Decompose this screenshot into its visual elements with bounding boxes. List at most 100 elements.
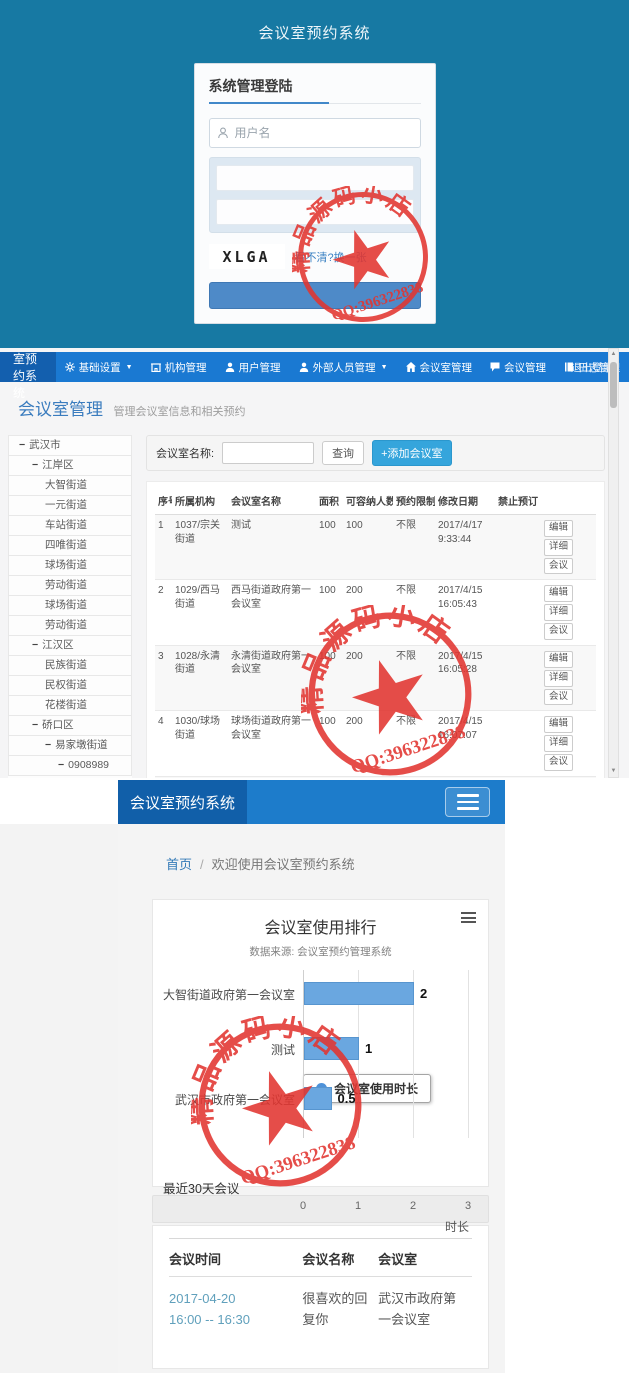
cell-org: 1029/西马街道 (172, 579, 228, 646)
username-field[interactable] (208, 118, 421, 148)
tree-item-label: 0908989 (68, 759, 110, 771)
action-button-编辑[interactable]: 编辑 (544, 650, 574, 668)
cell-name: 测试 (228, 513, 316, 580)
breadcrumb-home-link[interactable]: 首页 (166, 857, 192, 872)
tree-item-一元街道[interactable]: 一元街道 (8, 496, 132, 516)
time-value: 16:05:43 (438, 598, 477, 610)
meetings-table: 会议时间 会议名称 会议室 2017-04-20 16:00 -- 16:30 很喜… (169, 1238, 472, 1335)
tree-item-label: 硚口区 (42, 719, 74, 731)
action-button-编辑[interactable]: 编辑 (544, 585, 574, 603)
cell-capacity: 200 (343, 579, 393, 646)
nav-item-机构管理[interactable]: 机构管理 (142, 352, 216, 382)
username-input[interactable] (234, 126, 412, 140)
cell-date: 2017/4/15 16:05:28 (435, 644, 495, 711)
cell-limit: 不限 (393, 579, 435, 646)
tree-item-球场街道[interactable]: 球场街道 (8, 596, 132, 616)
chart-menu-icon[interactable] (461, 912, 476, 923)
nav-item-外部人员管理[interactable]: 外部人员管理 ▼ (290, 352, 397, 382)
tree-item-花楼街道[interactable]: 花楼街道 (8, 696, 132, 716)
tree-item-大智街道[interactable]: 大智街道 (8, 476, 132, 496)
cell-forbid (495, 644, 541, 711)
action-button-会议[interactable]: 会议 (544, 623, 574, 640)
login-button[interactable] (208, 282, 421, 309)
action-button-详细[interactable]: 详细 (544, 735, 574, 752)
meeting-date: 2017-04-20 (169, 1291, 236, 1306)
x-tick-label: 1 (354, 1200, 362, 1212)
captcha-refresh-link[interactable]: 看不清?换一张 (295, 249, 367, 265)
table-row: 1 1037/宗关街道 测试 100 100 不限 2017/4/17 9:33:44 编辑详细… (155, 513, 596, 580)
tree-item-江岸区[interactable]: − 江岸区 (8, 456, 132, 476)
action-button-会议[interactable]: 会议 (544, 688, 574, 706)
cell-limit: 不限 (393, 644, 435, 711)
action-button-会议[interactable]: 会议 (544, 557, 574, 575)
page-margin (0, 824, 118, 1373)
logout-link[interactable]: 退出登录 (571, 352, 613, 382)
date-value: 2017/4/15 (438, 650, 483, 662)
cell-actions: 编辑详细会议 (541, 579, 596, 646)
captcha-image[interactable]: XLGA (208, 244, 285, 269)
bar (304, 1037, 359, 1060)
cell-no: 3 (155, 644, 172, 711)
action-button-会议[interactable]: 会议 (544, 753, 574, 771)
cell-forbid (495, 710, 541, 777)
cell-date: 2017/4/15 16:07:07 (435, 710, 495, 777)
divider (208, 102, 421, 104)
action-button-编辑[interactable]: 编辑 (544, 520, 574, 537)
cell-org: 1037/宗关街道 (172, 513, 228, 580)
column-header: 会议室名称 (228, 487, 316, 515)
tree-item-劳动街道[interactable]: 劳动街道 (8, 616, 132, 636)
scrollbar[interactable]: ▲ ▼ (608, 348, 619, 778)
cell-actions: 编辑详细会议 (541, 644, 596, 711)
category-label: 武汉市政府第一会议室 (174, 1093, 295, 1107)
tree-item-易家墩街道[interactable]: − 易家墩街道 (8, 736, 132, 756)
action-button-详细[interactable]: 详细 (544, 604, 574, 622)
tree-item-label: 球场街道 (45, 559, 87, 571)
tree-item-label: 花楼街道 (45, 699, 87, 711)
hamburger-menu-button[interactable] (445, 787, 490, 817)
page-title: 会议室管理 (18, 400, 103, 419)
query-button[interactable]: 查询 (322, 441, 365, 465)
nav-item-label: 外部人员管理 (312, 361, 376, 374)
tree-item-四唯街道[interactable]: 四唯街道 (8, 536, 132, 556)
action-button-编辑[interactable]: 编辑 (544, 716, 574, 734)
breadcrumb-current: 欢迎使用会议室预约系统 (211, 857, 355, 872)
admin-nav-items: 基础设置 ▼ 机构管理 用户管理 外部人员管理 ▼ 会议室管理 会议管理 日志管理 (56, 352, 629, 382)
scrollbar-thumb[interactable] (610, 362, 617, 408)
captcha-input[interactable] (215, 199, 414, 225)
category-label: 大智街道政府第一会议室 (162, 988, 295, 1002)
action-button-详细[interactable]: 详细 (544, 538, 574, 556)
tree-item-0908989[interactable]: −0908989 (8, 756, 132, 776)
tree-item-江汉区[interactable]: − 江汉区 (8, 636, 132, 656)
tree-item-label: 一元街道 (45, 499, 87, 511)
tree-item-label: 民族街道 (45, 659, 87, 671)
tree-item-球场街道[interactable]: 球场街道 (8, 556, 132, 576)
column-header: 所属机构 (172, 487, 228, 515)
nav-item-会议管理[interactable]: 会议管理 (481, 352, 555, 382)
scroll-up-arrow[interactable]: ▲ (609, 349, 618, 360)
admin-brand[interactable]: 会议室预约系统 (0, 348, 56, 400)
tree-item-民权街道[interactable]: 民权街道 (8, 676, 132, 696)
add-room-button[interactable]: +添加会议室 (372, 440, 452, 466)
password-input[interactable] (215, 165, 414, 191)
nav-item-用户管理[interactable]: 用户管理 (216, 352, 290, 382)
cell-no: 2 (155, 579, 172, 646)
scroll-down-arrow[interactable]: ▼ (609, 766, 618, 777)
room-name-input[interactable] (222, 442, 315, 464)
tree-item-硚口区[interactable]: − 硚口区 (8, 716, 132, 736)
tree-item-武汉市[interactable]: − 武汉市 (8, 436, 132, 456)
tree-item-劳动街道[interactable]: 劳动街道 (8, 576, 132, 596)
nav-item-基础设置[interactable]: 基础设置 ▼ (56, 352, 142, 382)
nav-item-会议室管理[interactable]: 会议室管理 (397, 352, 482, 382)
tree-item-车站街道[interactable]: 车站街道 (8, 516, 132, 536)
cell-no: 4 (155, 710, 172, 777)
tree-item-民族街道[interactable]: 民族街道 (8, 656, 132, 676)
action-button-详细[interactable]: 详细 (544, 669, 574, 687)
tree-item-label: 车站街道 (45, 519, 87, 531)
page-subtitle: 管理会议室信息和相关预约 (113, 406, 246, 418)
chart-title: 会议室使用排行 (264, 920, 377, 937)
cell-actions: 编辑详细会议 (541, 710, 596, 777)
cell-name: 西马街道政府第一会议室 (228, 579, 316, 646)
collapse-minus-icon: − (32, 719, 39, 731)
mobile-brand[interactable]: 会议室预约系统 (118, 780, 248, 824)
tree-item-label: 民权街道 (45, 679, 87, 691)
